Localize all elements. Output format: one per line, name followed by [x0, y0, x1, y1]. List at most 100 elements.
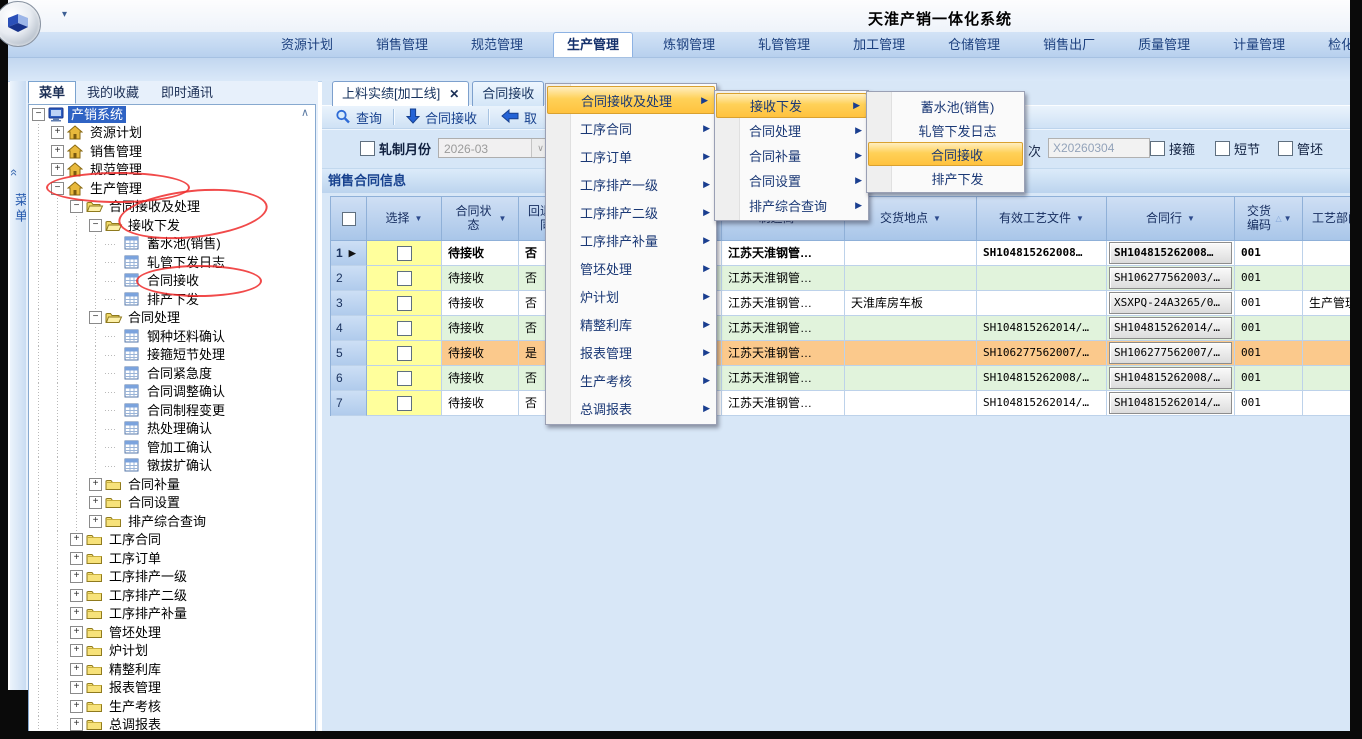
- expand-icon[interactable]: +: [51, 145, 64, 158]
- menu-production-item-8[interactable]: 炉计划▶: [546, 282, 716, 310]
- select-all-checkbox[interactable]: [342, 212, 356, 226]
- expand-icon[interactable]: +: [70, 644, 83, 657]
- expand-icon[interactable]: +: [89, 478, 102, 491]
- quick-access-arrow-icon[interactable]: ▾: [62, 9, 67, 20]
- menu-production-item-3[interactable]: 工序订单▶: [546, 142, 716, 170]
- column-header-select[interactable]: 选择▼: [367, 197, 442, 241]
- expand-icon[interactable]: +: [70, 626, 83, 639]
- tree-item-12[interactable]: 钢种坯料确认: [29, 327, 315, 346]
- sidebar-tab-favorites[interactable]: 我的收藏: [76, 81, 150, 104]
- tree-item-23[interactable]: +工序合同: [29, 531, 315, 550]
- cell-line[interactable]: XSXPQ-24A3265/0…: [1107, 291, 1235, 316]
- row-checkbox[interactable]: [397, 321, 412, 336]
- tab-material-actual[interactable]: 上料实绩[加工线]✕: [332, 81, 469, 106]
- scroll-up-icon[interactable]: ∧: [298, 107, 312, 121]
- menu-receive-process-item-2[interactable]: 合同处理▶: [715, 118, 868, 143]
- tree-item-25[interactable]: +工序排产一级: [29, 568, 315, 587]
- column-header-dept[interactable]: 工艺部门: [1303, 197, 1350, 241]
- expand-icon[interactable]: +: [70, 552, 83, 565]
- menu-receive-send-item-2[interactable]: 轧管下发日志: [867, 118, 1024, 142]
- menu-receive-process-item-3[interactable]: 合同补量▶: [715, 143, 868, 168]
- row-checkbox[interactable]: [397, 296, 412, 311]
- tree-item-29[interactable]: +炉计划: [29, 642, 315, 661]
- expand-icon[interactable]: +: [51, 126, 64, 139]
- query-button[interactable]: 查询: [330, 107, 387, 128]
- cell-select[interactable]: [367, 241, 442, 266]
- tree-item-18[interactable]: 管加工确认: [29, 438, 315, 457]
- row-checkbox[interactable]: [397, 246, 412, 261]
- menu-production-item-4[interactable]: 工序排产一级▶: [546, 170, 716, 198]
- menu-bar-item-3[interactable]: 规范管理: [458, 32, 536, 57]
- menu-receive-send-item-3[interactable]: 合同接收: [868, 142, 1023, 166]
- cell-select[interactable]: [367, 341, 442, 366]
- menu-bar-item-2[interactable]: 销售管理: [363, 32, 441, 57]
- menu-receive-process-item-1[interactable]: 接收下发▶: [716, 93, 867, 118]
- tree-item-24[interactable]: +工序订单: [29, 549, 315, 568]
- pup-joint-checkbox[interactable]: [1215, 141, 1230, 156]
- menu-production-item-12[interactable]: 总调报表▶: [546, 394, 716, 422]
- filter-funnel-icon[interactable]: ▼: [1076, 214, 1084, 223]
- tree-item-0[interactable]: −产销系统: [29, 105, 315, 124]
- tree-item-2[interactable]: +销售管理: [29, 142, 315, 161]
- sidebar-tab-menu[interactable]: 菜单: [28, 81, 76, 104]
- tree-item-22[interactable]: +排产综合查询: [29, 512, 315, 531]
- cell-select[interactable]: [367, 291, 442, 316]
- menu-production-item-7[interactable]: 管坯处理▶: [546, 254, 716, 282]
- cell-line[interactable]: SH104815262008/…: [1107, 366, 1235, 391]
- table-row[interactable]: 1▶待接收否江苏天淮钢管…SH104815262008…SH1048152620…: [331, 241, 1350, 266]
- filter-funnel-icon[interactable]: ▼: [1284, 214, 1292, 223]
- tree-item-17[interactable]: 热处理确认: [29, 420, 315, 439]
- rolling-month-combobox[interactable]: 2026-03 ∨: [438, 138, 550, 158]
- expand-icon[interactable]: +: [70, 663, 83, 676]
- table-row[interactable]: 7待接收否江苏天淮钢管…SH104815262014/…SH1048152620…: [331, 391, 1350, 416]
- collapse-icon[interactable]: −: [70, 200, 83, 213]
- menu-production-item-6[interactable]: 工序排产补量▶: [546, 226, 716, 254]
- tree-item-16[interactable]: 合同制程变更: [29, 401, 315, 420]
- tube-billet-checkbox[interactable]: [1278, 141, 1293, 156]
- menu-production-item-11[interactable]: 生产考核▶: [546, 366, 716, 394]
- contract-line-button[interactable]: SH104815262008/…: [1109, 367, 1232, 389]
- menu-production-item-10[interactable]: 报表管理▶: [546, 338, 716, 366]
- tree-item-21[interactable]: +合同设置: [29, 494, 315, 513]
- table-row[interactable]: 3待接收否江苏天淮钢管…天淮库房车板XSXPQ-24A3265/0…001生产管…: [331, 291, 1350, 316]
- expand-icon[interactable]: +: [70, 700, 83, 713]
- menu-receive-send-item-4[interactable]: 排产下发: [867, 166, 1024, 190]
- cell-line[interactable]: SH106277562003/…: [1107, 266, 1235, 291]
- cell-line[interactable]: SH104815262008…: [1107, 241, 1235, 266]
- rolling-month-checkbox[interactable]: [360, 141, 375, 156]
- menu-bar-item-7[interactable]: 加工管理: [840, 32, 918, 57]
- row-checkbox[interactable]: [397, 346, 412, 361]
- cell-select[interactable]: [367, 266, 442, 291]
- expand-icon[interactable]: +: [70, 681, 83, 694]
- table-row[interactable]: 6待接收否江苏天淮钢管…SH104815262008/…SH1048152620…: [331, 366, 1350, 391]
- expand-icon[interactable]: +: [89, 496, 102, 509]
- tree-item-27[interactable]: +工序排产补量: [29, 605, 315, 624]
- tree-item-31[interactable]: +报表管理: [29, 679, 315, 698]
- menu-production-item-5[interactable]: 工序排产二级▶: [546, 198, 716, 226]
- tree-item-26[interactable]: +工序排产二级: [29, 586, 315, 605]
- menu-receive-process-item-4[interactable]: 合同设置▶: [715, 168, 868, 193]
- cell-line[interactable]: SH104815262014/…: [1107, 391, 1235, 416]
- menu-production-item-2[interactable]: 工序合同▶: [546, 114, 716, 142]
- coupling-checkbox[interactable]: [1150, 141, 1165, 156]
- filter-funnel-icon[interactable]: ▼: [933, 214, 941, 223]
- contract-line-button[interactable]: XSXPQ-24A3265/0…: [1109, 292, 1232, 314]
- expand-icon[interactable]: +: [70, 718, 83, 731]
- cell-line[interactable]: SH104815262014/…: [1107, 316, 1235, 341]
- filter-funnel-icon[interactable]: ▼: [1187, 214, 1195, 223]
- table-row[interactable]: 5待接收是江苏天淮钢管…SH106277562007/…SH1062775620…: [331, 341, 1350, 366]
- contract-line-button[interactable]: SH106277562003/…: [1109, 267, 1232, 289]
- column-header-state[interactable]: 合同状态▼: [442, 197, 519, 241]
- collapse-icon[interactable]: −: [89, 219, 102, 232]
- contract-receive-button[interactable]: 合同接收: [401, 107, 482, 128]
- collapse-chevron-icon[interactable]: «: [8, 169, 22, 176]
- row-checkbox[interactable]: [397, 396, 412, 411]
- contract-line-button[interactable]: SH104815262014/…: [1109, 317, 1232, 339]
- filter-funnel-icon[interactable]: ▼: [499, 214, 507, 223]
- contract-line-button[interactable]: SH104815262008…: [1109, 242, 1232, 264]
- tree-item-11[interactable]: −合同处理: [29, 309, 315, 328]
- expand-icon[interactable]: +: [70, 533, 83, 546]
- close-tab-icon[interactable]: ✕: [449, 87, 459, 101]
- cell-select[interactable]: [367, 391, 442, 416]
- tree-item-33[interactable]: +总调报表: [29, 716, 315, 732]
